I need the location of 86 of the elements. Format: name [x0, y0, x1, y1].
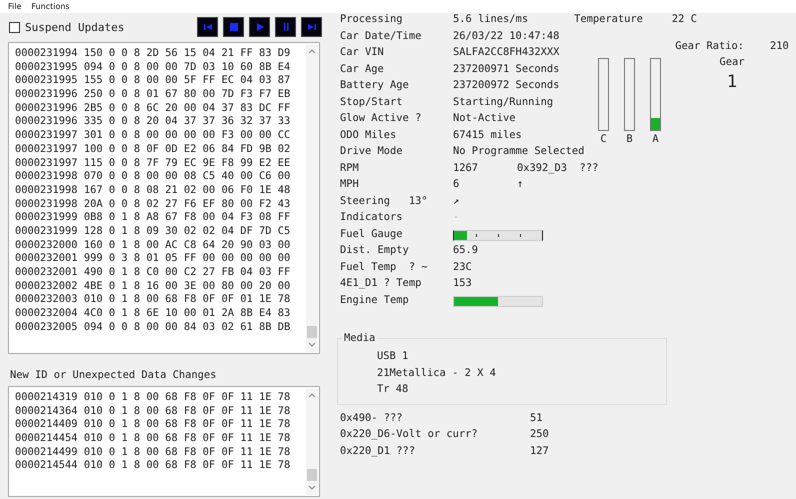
group-title: Media: [343, 332, 376, 344]
temperature-value: 22 C: [672, 13, 697, 26]
field-label: Car VIN: [340, 46, 385, 58]
log-row-text: 0000231998 167 0 0 8 08 21 02 00 06 F0 1E 48: [15, 184, 292, 198]
log-row-text: 0000231995 094 0 0 8 00 00 7D 03 10 60 8B E4: [15, 60, 292, 74]
log-row-text: 0000231999 128 0 1 8 09 30 02 02 04 DF 7D C5: [15, 224, 292, 239]
field-label: 0x220_D6-Volt or curr?: [340, 428, 479, 440]
menu-item[interactable]: Functions: [31, 0, 70, 13]
field-label: MPH: [340, 178, 360, 190]
log-row-text: 0000232004 4C0 0 1 8 6E 10 00 01 2A 8B E4 83: [15, 307, 292, 321]
media-text: Tr 48: [377, 382, 410, 397]
field-label: ODO Miles: [340, 128, 398, 141]
log-row-text: 0000232005 094 0 0 8 00 00 84 03 02 61 8B DB: [15, 320, 292, 334]
gear-label: Gear: [719, 56, 745, 68]
log-row-text: 0000231994 150 0 0 8 2D 56 15 04 21 FF 83 D9: [15, 47, 292, 61]
field-value: 0x392_D3 ???: [517, 162, 598, 174]
log-row-text: 0000232003 010 0 1 8 00 68 F8 0F 0F 01 1E 78: [15, 293, 292, 308]
field-value: 23C: [453, 260, 473, 273]
log-row-text: 0000231995 155 0 0 8 00 00 5F FF EC 04 03 87: [15, 74, 292, 88]
field-label: Processing: [340, 13, 404, 26]
field-value: 153: [453, 277, 473, 290]
meter-label: C: [600, 133, 607, 145]
field-value: Starting/Running: [453, 96, 554, 108]
log-row-text: 0000231996 2B5 0 0 8 6C 20 00 04 37 83 DC FF: [15, 102, 292, 116]
log-row-text: 0000214319 010 0 1 8 00 68 F8 0F 0F 11 1E 78: [15, 391, 292, 405]
media-text: 21Metallica - 2 X 4: [377, 366, 497, 380]
gear-ratio-label: Gear Ratio:: [675, 40, 744, 52]
field-value: -: [453, 211, 460, 224]
field-label: RPM: [340, 162, 360, 174]
field-label: Stop/Start: [340, 96, 404, 108]
log-row-text: 0000214544 010 0 1 8 00 68 F8 0F 0F 11 1E 78: [15, 459, 292, 474]
log-row-text: 0000231996 250 0 0 8 01 67 80 00 7D F3 F7 EB: [15, 88, 292, 102]
log-row-text: 0000231996 335 0 0 8 20 04 37 37 36 32 37 33: [15, 115, 292, 130]
log-row-text: 0000231997 100 0 0 8 0F 0D E2 06 84 FD 9B 02: [15, 142, 292, 156]
gear-ratio-value: 210: [770, 40, 789, 52]
meter-label: A: [652, 133, 659, 145]
log-row-text: 0000214409 010 0 1 8 00 68 F8 0F 0F 11 1E 78: [15, 418, 292, 432]
log-row-text: 0000231997 115 0 0 8 7F 79 EC 9E F8 99 E2 EE: [15, 156, 292, 170]
field-label: Indicators: [340, 211, 404, 224]
field-value: 5.6 lines/ms: [453, 13, 528, 26]
temperature-label: Temperature: [574, 13, 643, 26]
field-label: Steering 13°: [340, 194, 429, 207]
log-row-text: 0000232001 999 0 3 8 01 05 FF 00 00 00 00 00: [15, 252, 292, 266]
field-label: Fuel Gauge: [340, 228, 404, 240]
log-row-text: 0000232002 4BE 0 1 8 16 00 3E 00 80 00 20 00: [15, 280, 292, 294]
field-value: 6: [453, 178, 460, 190]
field-value: ↗: [453, 194, 460, 207]
field-value: ↑: [517, 178, 524, 190]
field-value: SALFA2CC8FH432XXX: [453, 46, 560, 58]
log-row-text: 0000214364 010 0 1 8 00 68 F8 0F 0F 11 1E 78: [15, 404, 292, 418]
field-value: 127: [530, 444, 549, 457]
field-value: 51: [530, 412, 543, 424]
field-value: 1267: [453, 162, 480, 174]
field-label: Car Age: [340, 62, 385, 75]
log-row-text: 0000231998 070 0 0 8 00 00 08 C5 40 00 C6 00: [15, 170, 292, 184]
field-label: Car Date/Time: [340, 30, 422, 42]
log-row-text: 0000231999 0B8 0 1 8 A8 67 F8 00 04 F3 08 FF: [15, 211, 292, 225]
field-value: No Programme Selected: [453, 145, 584, 158]
meter-label: B: [626, 133, 633, 145]
gear-value: 1: [726, 72, 738, 92]
field-label: Fuel Temp ? ~: [340, 260, 429, 273]
field-label: Glow Active ?: [340, 112, 422, 124]
field-value: 237200971 Seconds: [453, 62, 560, 75]
log-row-text: 0000231998 20A 0 0 8 02 27 F6 EF 80 00 F2 43: [15, 198, 292, 212]
log-row-text: 0000232000 160 0 1 8 00 AC C8 64 20 90 03 00: [15, 238, 292, 252]
field-label: Battery Age: [340, 79, 410, 92]
field-value: Not-Active: [453, 112, 517, 124]
suspend-updates-checkbox[interactable]: Suspend Updates: [9, 20, 124, 34]
menu-item[interactable]: File: [8, 0, 22, 13]
field-label: Engine Temp: [340, 294, 410, 306]
field-value: 250: [530, 428, 549, 440]
field-label: Dist. Empty: [340, 244, 410, 256]
field-value: 26/03/22 10:47:48: [453, 30, 560, 42]
log-row-text: 0000231997 301 0 0 8 00 00 00 00 F3 00 00 CC: [15, 129, 292, 143]
field-label: 0x220_D1 ???: [340, 444, 416, 457]
field-label: Drive Mode: [340, 145, 404, 158]
log-row-text: 0000214454 010 0 1 8 00 68 F8 0F 0F 11 1E 78: [15, 432, 292, 446]
field-value: 67415 miles: [453, 128, 522, 141]
log-row-text: 0000232001 490 0 1 8 C0 00 C2 27 FB 04 03 FF: [15, 266, 292, 280]
field-value: 237200972 Seconds: [453, 79, 560, 92]
field-label: 4E1_D1 ? Temp: [340, 277, 422, 290]
log-row-text: 0000214499 010 0 1 8 00 68 F8 0F 0F 11 1E 78: [15, 446, 292, 460]
field-label: 0x490- ???: [340, 412, 404, 424]
media-text: USB 1: [377, 349, 410, 364]
section-title: New ID or Unexpected Data Changes: [10, 368, 218, 382]
field-value: 65.9: [453, 244, 480, 256]
